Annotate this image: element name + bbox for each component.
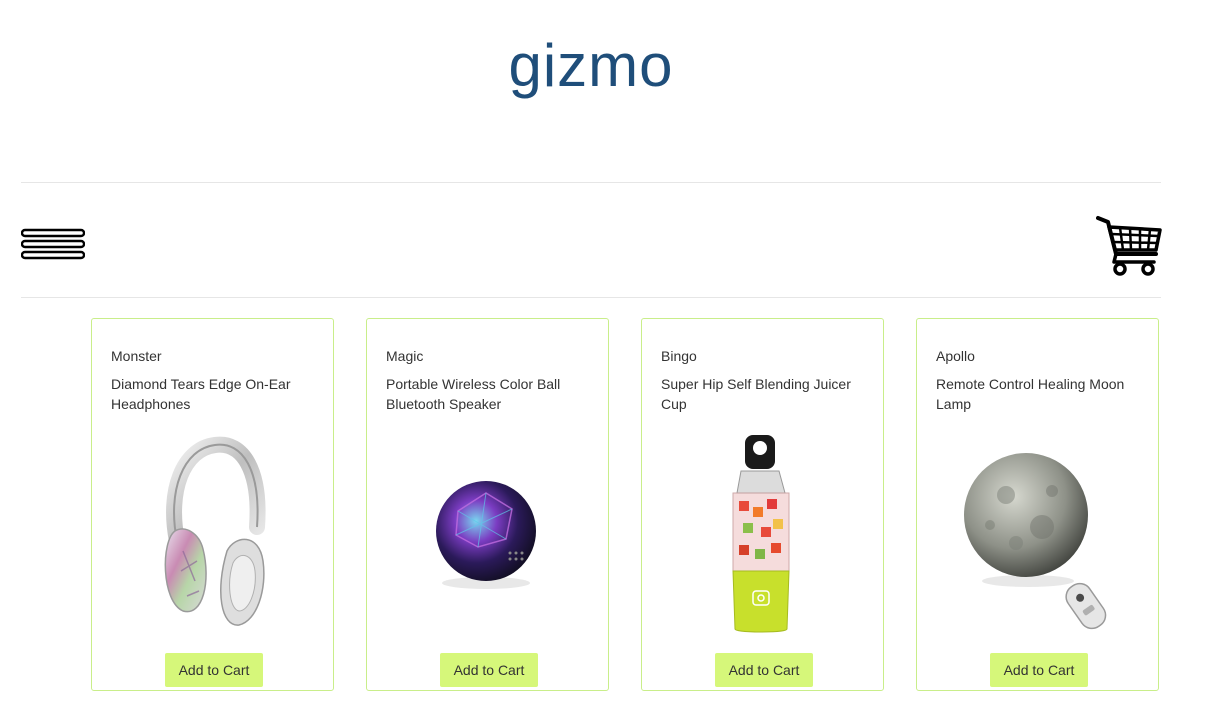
- add-to-cart-button[interactable]: Add to Cart: [990, 653, 1088, 687]
- cart-button[interactable]: [1096, 214, 1162, 276]
- product-title[interactable]: Super Hip Self Blending Juicer Cup: [661, 374, 866, 414]
- product-brand: Magic: [386, 348, 424, 364]
- product-brand: Monster: [111, 348, 162, 364]
- product-image[interactable]: [936, 431, 1141, 641]
- headphones-image: [164, 436, 266, 626]
- product-image[interactable]: [111, 431, 316, 641]
- juicer-cup-image: [732, 435, 790, 633]
- product-title[interactable]: Diamond Tears Edge On-Ear Headphones: [111, 374, 316, 414]
- header-divider-bottom: [21, 297, 1161, 298]
- product-title[interactable]: Portable Wireless Color Ball Bluetooth S…: [386, 374, 591, 414]
- product-image[interactable]: [661, 431, 866, 641]
- product-card: Apollo Remote Control Healing Moon Lamp: [916, 318, 1159, 691]
- product-image[interactable]: [386, 431, 591, 641]
- product-card: Magic Portable Wireless Color Ball Bluet…: [366, 318, 609, 691]
- product-brand: Bingo: [661, 348, 697, 364]
- speaker-ball-image: [436, 481, 536, 589]
- add-to-cart-button[interactable]: Add to Cart: [165, 653, 263, 687]
- add-to-cart-button[interactable]: Add to Cart: [440, 653, 538, 687]
- hamburger-menu-icon: [20, 228, 86, 260]
- header-divider-top: [21, 182, 1161, 183]
- product-brand: Apollo: [936, 348, 975, 364]
- add-to-cart-button[interactable]: Add to Cart: [715, 653, 813, 687]
- page: gizmo Monster Diamond Tears Edge On-Ear …: [0, 0, 1222, 708]
- product-title[interactable]: Remote Control Healing Moon Lamp: [936, 374, 1141, 414]
- moon-lamp-image: [964, 453, 1107, 630]
- site-logo[interactable]: gizmo: [0, 28, 1182, 104]
- shopping-cart-icon: [1096, 216, 1162, 276]
- menu-button[interactable]: [20, 228, 86, 262]
- product-grid: Monster Diamond Tears Edge On-Ear Headph…: [91, 318, 1162, 694]
- product-card: Bingo Super Hip Self Blending Juicer Cup: [641, 318, 884, 691]
- product-card: Monster Diamond Tears Edge On-Ear Headph…: [91, 318, 334, 691]
